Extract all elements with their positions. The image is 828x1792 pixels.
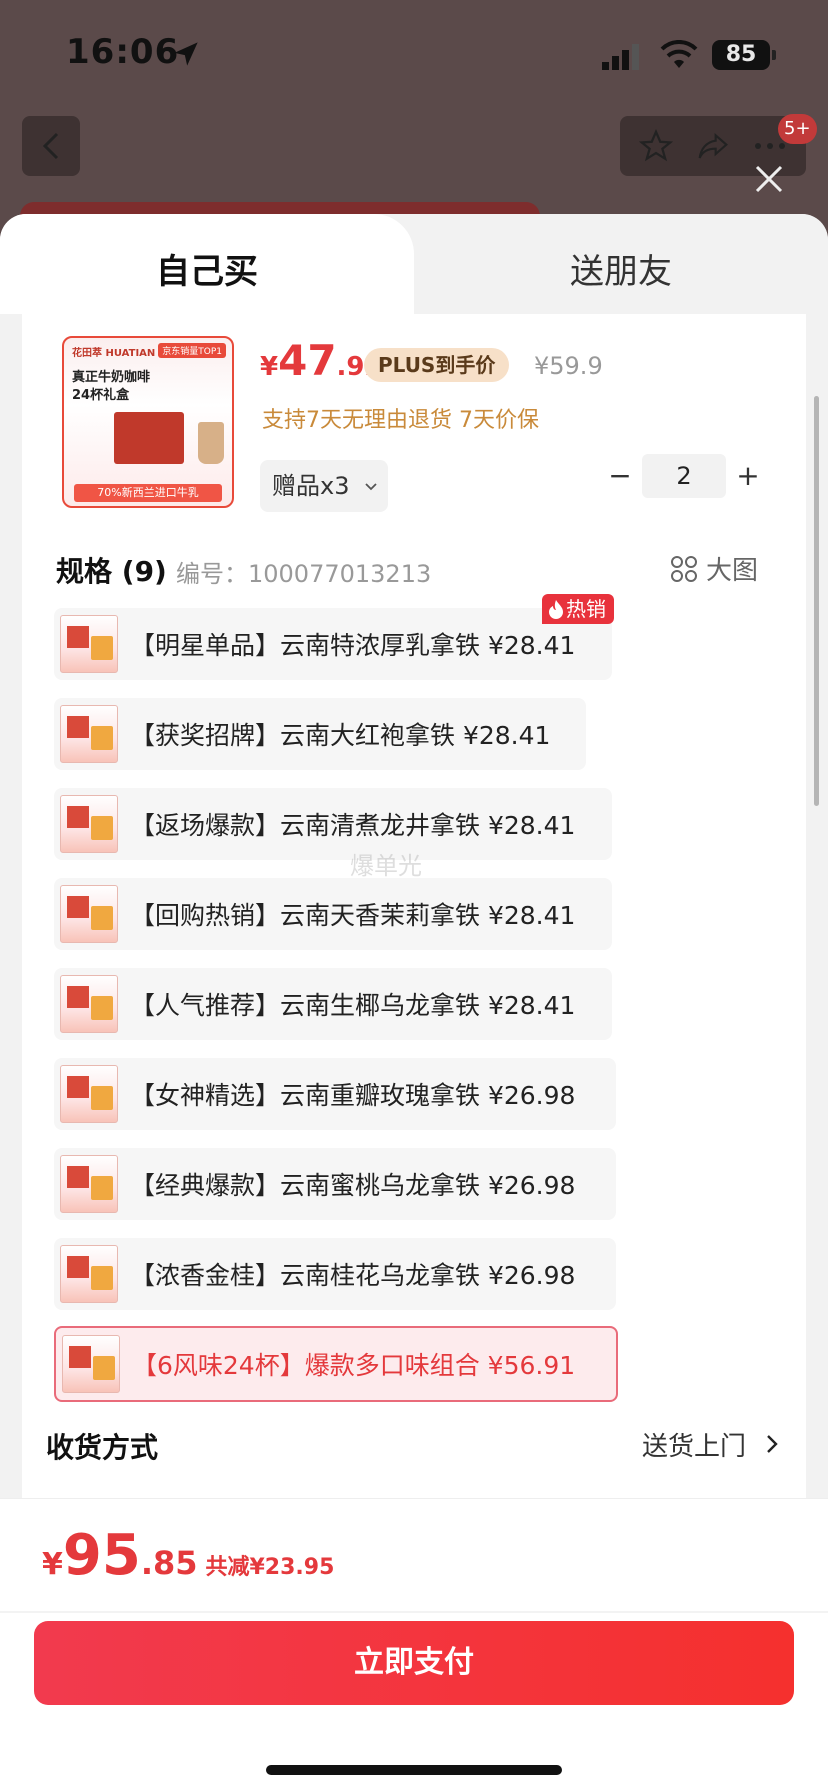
product-image-footer: 70%新西兰进口牛乳 [74, 484, 222, 502]
spec-option-label: 【6风味24杯】爆款多口味组合 ¥56.91 [132, 1351, 576, 1380]
spec-option-9-selected[interactable]: 【6风味24杯】爆款多口味组合 ¥56.91 [54, 1326, 618, 1402]
total-integer: 95 [62, 1523, 141, 1588]
chevron-left-icon [42, 132, 59, 160]
checkout-footer: ¥95.85 共减¥23.95 立即支付 [0, 1498, 828, 1792]
product-image[interactable]: 花田萃 HUATIAN 京东销量TOP1 真正牛奶咖啡 24杯礼盒 70%新西兰… [62, 336, 234, 508]
spec-thumbnail [60, 795, 118, 853]
status-bar: 16:06 85 [0, 0, 828, 110]
delivery-method-row[interactable]: 收货方式 送货上门 [46, 1420, 782, 1470]
wifi-icon [660, 40, 698, 68]
price-integer: 47 [278, 336, 337, 385]
quantity-decrease-button[interactable]: − [604, 456, 636, 496]
spec-title: 规格 (9) [56, 550, 167, 590]
spec-thumbnail [60, 1065, 118, 1123]
spec-thumbnail [60, 1245, 118, 1303]
star-icon[interactable] [639, 129, 673, 163]
spec-option-8[interactable]: 【浓香金桂】云南桂花乌龙拿铁 ¥26.98 [54, 1238, 616, 1310]
spec-count: (9) [121, 555, 167, 588]
chevron-right-icon [767, 1435, 778, 1453]
delivery-value: 送货上门 [641, 1432, 746, 1462]
quantity-input[interactable]: 2 [642, 454, 726, 498]
chevron-down-icon [365, 483, 377, 491]
spec-option-1[interactable]: 【明星单品】云南特浓厚乳拿铁 ¥28.41 热销 [54, 594, 614, 680]
spec-option-label: 【明星单品】云南特浓厚乳拿铁 ¥28.41 [130, 631, 576, 660]
scrollbar[interactable] [814, 396, 819, 806]
more-icon[interactable] [753, 141, 787, 151]
hot-sale-label: 热销 [566, 597, 606, 621]
pay-now-button[interactable]: 立即支付 [34, 1621, 794, 1705]
gift-label: 赠品x3 [272, 472, 350, 500]
spec-option-4[interactable]: 【回购热销】云南天香茉莉拿铁 ¥28.41 [54, 878, 612, 950]
spec-thumbnail [60, 1155, 118, 1213]
original-price: ¥59.9 [534, 352, 603, 380]
watermark: 爆单光 [350, 852, 422, 880]
product-title-line2: 24杯礼盒 [72, 388, 130, 403]
gift-box-graphic [114, 412, 184, 464]
spec-option-label: 【经典爆款】云南蜜桃乌龙拿铁 ¥26.98 [130, 1171, 576, 1200]
spec-option-label: 【浓香金桂】云南桂花乌龙拿铁 ¥26.98 [130, 1261, 576, 1290]
spec-option-5[interactable]: 【人气推荐】云南生椰乌龙拿铁 ¥28.41 [54, 968, 612, 1040]
product-title-line1: 真正牛奶咖啡 [72, 370, 151, 385]
notification-badge: 5+ [778, 114, 817, 144]
tab-gift-friend[interactable]: 送朋友 [570, 244, 672, 293]
spec-thumbnail [60, 975, 118, 1033]
spec-thumbnail [62, 1335, 120, 1393]
spec-option-label: 【获奖招牌】云南大红袍拿铁 ¥28.41 [130, 721, 551, 750]
back-button[interactable] [22, 116, 80, 176]
spec-option-7[interactable]: 【经典爆款】云南蜜桃乌龙拿铁 ¥26.98 [54, 1148, 616, 1220]
product-brand: 花田萃 HUATIAN [72, 348, 156, 359]
hot-sale-tag: 热销 [542, 594, 614, 624]
battery-indicator: 85 [712, 40, 776, 70]
coffee-cup-graphic [198, 422, 224, 464]
spec-thumbnail [60, 705, 118, 763]
spec-option-3[interactable]: 【返场爆款】云南清煮龙井拿铁 ¥28.41 [54, 788, 612, 860]
spec-option-label: 【人气推荐】云南生椰乌龙拿铁 ¥28.41 [130, 991, 576, 1020]
status-time: 16:06 [66, 32, 180, 72]
product-code: 编号：100077013213 [176, 560, 432, 588]
spec-option-label: 【回购热销】云南天香茉莉拿铁 ¥28.41 [130, 901, 576, 930]
grid-icon [671, 555, 697, 582]
spec-thumbnail [60, 885, 118, 943]
total-decimal: .85 [140, 1544, 198, 1582]
cellular-signal-icon [602, 44, 639, 70]
spec-option-2[interactable]: 【获奖招牌】云南大红袍拿铁 ¥28.41 [54, 698, 586, 770]
share-icon[interactable] [695, 130, 731, 162]
spec-title-text: 规格 [56, 555, 113, 588]
close-icon[interactable] [752, 162, 786, 196]
spec-option-label: 【女神精选】云南重瓣玫瑰拿铁 ¥26.98 [130, 1081, 576, 1110]
spec-option-6[interactable]: 【女神精选】云南重瓣玫瑰拿铁 ¥26.98 [54, 1058, 616, 1130]
flame-icon [549, 600, 563, 619]
total-saving: 共减¥23.95 [205, 1555, 335, 1580]
home-indicator[interactable] [266, 1765, 562, 1775]
big-image-label: 大图 [706, 556, 759, 586]
divider [0, 1611, 828, 1613]
gift-button[interactable]: 赠品x3 [260, 460, 388, 512]
total-price: ¥95.85 共减¥23.95 [42, 1523, 334, 1588]
total-symbol: ¥ [42, 1547, 63, 1582]
location-arrow-icon [174, 42, 198, 66]
big-image-toggle[interactable]: 大图 [670, 550, 758, 587]
delivery-label: 收货方式 [46, 1431, 159, 1464]
spec-option-label: 【返场爆款】云南清煮龙井拿铁 ¥28.41 [130, 811, 576, 840]
quantity-increase-button[interactable]: + [732, 456, 764, 496]
price-symbol: ¥ [260, 352, 279, 382]
plus-price-tag: PLUS到手价 [364, 348, 510, 382]
product-top-tag: 京东销量TOP1 [158, 343, 226, 358]
spec-thumbnail [60, 615, 118, 673]
tab-buy-self-label[interactable]: 自己买 [156, 244, 258, 293]
guarantee-text: 支持7天无理由退货 7天价保 [262, 408, 539, 433]
